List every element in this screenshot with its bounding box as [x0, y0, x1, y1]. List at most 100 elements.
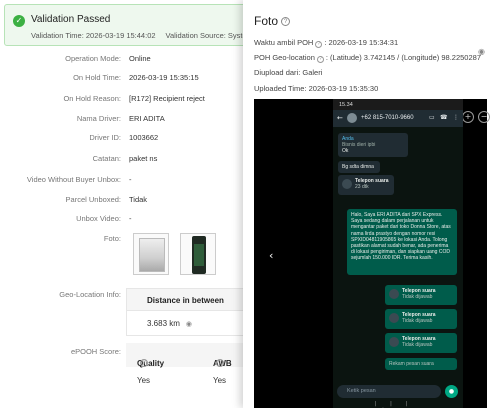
value-on-hold-reason: [R172] Recipient reject — [129, 94, 205, 103]
arrow-left-icon[interactable]: ‹ — [269, 249, 273, 262]
epooh-score-table: Quality? AWB? Yes Yes — [126, 343, 250, 395]
geo-column-header: Distance in between — [127, 289, 249, 311]
label-photo: Foto: — [103, 234, 121, 243]
msg-text: Ok — [342, 148, 349, 155]
call-sub: Tidak dijawab — [402, 318, 433, 325]
value-video-without-buyer: - — [129, 175, 132, 184]
poh-time: Waktu ambil POH?: 2026-03-19 15:34:31 — [254, 38, 398, 48]
label-epooh-score: ePOOH Score: — [70, 347, 121, 356]
call-sub: Tidak dijawab — [402, 342, 433, 349]
uploaded-time: Uploaded Time: 2026-03-19 15:35:30 — [254, 84, 379, 93]
call-title: Telepon suara — [355, 178, 389, 184]
row-on-hold-time: On Hold Time: 2026-03-19 15:35:15 — [0, 72, 250, 86]
row-on-hold-reason: On Hold Reason: [R172] Recipient reject — [0, 93, 250, 107]
geo-distance-cell: 3.683 km ◉ — [127, 311, 249, 328]
call-sub: Rekam pesan suara — [389, 361, 434, 367]
label-on-hold-time: On Hold Time: — [73, 73, 121, 82]
call-bubble: Telepon suara Tidak dijawab — [385, 333, 457, 353]
label-note: Catatan: — [92, 154, 121, 163]
score-header-row: Quality? AWB? — [126, 343, 250, 368]
status-time: 15.34 — [339, 102, 353, 108]
zoom-out-icon[interactable]: − — [478, 111, 490, 123]
call-sub: Tidak dijawab — [402, 294, 433, 301]
row-driver-name: Nama Driver: ERI ADITA — [0, 113, 250, 127]
drawer-title: Foto — [254, 14, 279, 28]
question-icon[interactable]: ? — [140, 359, 148, 367]
microphone-icon: ● — [445, 385, 458, 398]
label-on-hold-reason: On Hold Reason: — [63, 94, 121, 103]
value-driver-id: 1003662 — [129, 133, 159, 142]
label-driver-name: Nama Driver: — [76, 114, 121, 123]
phone-status-bar: 15.34 — [333, 99, 463, 110]
row-parcel-unboxed: Parcel Unboxed: Tidak — [0, 194, 250, 208]
avatar — [347, 113, 357, 123]
call-sub: 23 dtk — [355, 184, 369, 191]
poh-geo: POH Geo-location?: (Latitude) 3.742145 /… — [254, 53, 481, 63]
score-value-row: Yes Yes — [126, 367, 250, 393]
label-video-without-buyer: Video Without Buyer Unbox: — [26, 175, 121, 184]
call-title: Telepon suara — [402, 312, 436, 318]
parcel-photo — [139, 238, 165, 272]
validation-detail-panel: ✓ Validation Passed Validation Time: 202… — [0, 0, 250, 408]
upload-source: Diupload dari: Galeri — [254, 68, 323, 77]
value-operation-mode: Online — [129, 54, 151, 63]
label-parcel-unboxed: Parcel Unboxed: — [65, 195, 121, 204]
row-video-without-buyer: Video Without Buyer Unbox: - — [0, 174, 250, 188]
question-icon[interactable]: ? — [316, 56, 324, 63]
call-title: Telepon suara — [402, 336, 436, 342]
question-icon[interactable]: ? — [315, 41, 323, 48]
chat-header: ← +62 815-7010-9660 ▭ ☎ ⋮ — [333, 110, 463, 127]
call-title: Telepon suara — [402, 288, 436, 294]
location-pin-icon[interactable]: ◉ — [186, 320, 192, 328]
call-bubble: Telepon suara Tidak dijawab — [385, 309, 457, 329]
message-bubble: Bg sdta dimna — [338, 161, 380, 173]
question-icon[interactable]: ? — [216, 359, 224, 367]
validation-time: Validation Time: 2026-03-19 15:44:02 — [31, 31, 156, 40]
poh-time-value: : 2026-03-19 15:34:31 — [324, 38, 399, 47]
msg-text: Bg sdta dimna — [342, 164, 374, 170]
value-note: paket ns — [129, 154, 158, 163]
question-icon[interactable]: ? — [281, 17, 290, 26]
voice-note-bubble: Rekam pesan suara — [385, 358, 457, 370]
geo-distance-value: 3.683 km — [147, 319, 180, 328]
photo-drawer: Foto ? Waktu ambil POH?: 2026-03-19 15:3… — [243, 0, 500, 408]
banner-meta: Validation Time: 2026-03-19 15:44:02 Vali… — [31, 31, 250, 40]
label-driver-id: Driver ID: — [89, 133, 121, 142]
row-note: Catatan: paket ns — [0, 153, 250, 167]
message-bubble: Anda Bisnis dieri ipbi Ok — [338, 133, 408, 157]
score-quality-value: Yes — [137, 376, 151, 385]
video-call-icon: ▭ — [429, 114, 435, 121]
photo-thumbnail-1[interactable] — [133, 233, 169, 275]
phone-call-icon — [342, 179, 352, 190]
call-bubble: Telepon suara Tidak dijawab — [385, 285, 457, 305]
phone-icon: ☎ — [440, 114, 448, 121]
value-on-hold-time: 2026-03-19 15:35:15 — [129, 73, 199, 82]
chat-input-bar: Ketik pesan ● |||○‹ — [333, 381, 463, 408]
phone-call-icon — [389, 313, 399, 324]
back-arrow-icon: ← — [337, 114, 343, 122]
validation-source: Validation Source: System — [165, 31, 250, 40]
value-parcel-unboxed: Tidak — [129, 195, 148, 204]
value-driver-name: ERI ADITA — [129, 114, 165, 123]
label-geo-location: Geo-Location Info: — [59, 290, 121, 299]
chat-area: Anda Bisnis dieri ipbi Ok Bg sdta dimna … — [333, 127, 463, 381]
poh-geo-label: POH Geo-location — [254, 53, 315, 62]
phone-call-icon — [389, 289, 399, 300]
zoom-in-icon[interactable]: + — [462, 111, 474, 123]
label-operation-mode: Operation Mode: — [65, 54, 121, 63]
location-pin-icon[interactable]: ◉ — [478, 47, 485, 56]
validation-banner: ✓ Validation Passed Validation Time: 202… — [4, 4, 250, 46]
score-awb-value: Yes — [213, 376, 227, 385]
label-unbox-video: Unbox Video: — [76, 214, 121, 223]
poh-time-label: Waktu ambil POH — [254, 38, 314, 47]
poh-geo-value: : (Latitude) 3.742145 / (Longitude) 98.2… — [325, 53, 481, 62]
chat-screenshot: 15.34 ← +62 815-7010-9660 ▭ ☎ ⋮ Anda Bis… — [333, 99, 463, 408]
message-input: Ketik pesan — [337, 385, 441, 398]
check-circle-icon: ✓ — [13, 15, 25, 27]
photo-thumbnail-2[interactable] — [180, 233, 216, 275]
row-unbox-video: Unbox Video: - — [0, 213, 250, 227]
chat-screenshot-photo — [192, 236, 206, 274]
row-driver-id: Driver ID: 1003662 — [0, 132, 250, 146]
call-bubble: Telepon suara 23 dtk — [338, 175, 394, 195]
outgoing-message: Halo, Saya ERI ADITA dari SPX Express. S… — [347, 209, 457, 275]
